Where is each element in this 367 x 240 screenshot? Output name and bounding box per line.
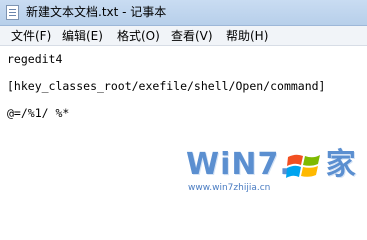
menu-file[interactable]: 文件(F)	[11, 29, 51, 43]
notepad-icon	[6, 5, 19, 20]
menu-view[interactable]: 查看(V)	[171, 29, 213, 43]
menu-format[interactable]: 格式(O)	[117, 29, 160, 43]
window-title: 新建文本文档.txt - 记事本	[26, 5, 167, 19]
windows-flag-icon	[286, 154, 320, 178]
menu-help[interactable]: 帮助(H)	[226, 29, 268, 43]
title-bar[interactable]: 新建文本文档.txt - 记事本	[0, 0, 367, 26]
menu-edit[interactable]: 编辑(E)	[62, 29, 103, 43]
watermark-logo: WiN7. 家	[186, 147, 357, 183]
text-line: regedit4	[7, 52, 63, 66]
text-line: @=/%1/ %*	[7, 106, 70, 120]
watermark: WiN7. 家 www.win7zhijia.cn	[184, 145, 359, 201]
watermark-brand: WiN7.	[186, 147, 292, 182]
watermark-brand-suffix: 家	[325, 147, 357, 182]
watermark-url: www.win7zhijia.cn	[188, 183, 271, 193]
menu-bar: 文件(F) 编辑(E) 格式(O) 查看(V) 帮助(H)	[0, 26, 367, 46]
text-editor[interactable]: regedit4 [hkey_classes_root/exefile/shel…	[0, 46, 367, 209]
text-line: [hkey_classes_root/exefile/shell/Open/co…	[7, 79, 326, 93]
